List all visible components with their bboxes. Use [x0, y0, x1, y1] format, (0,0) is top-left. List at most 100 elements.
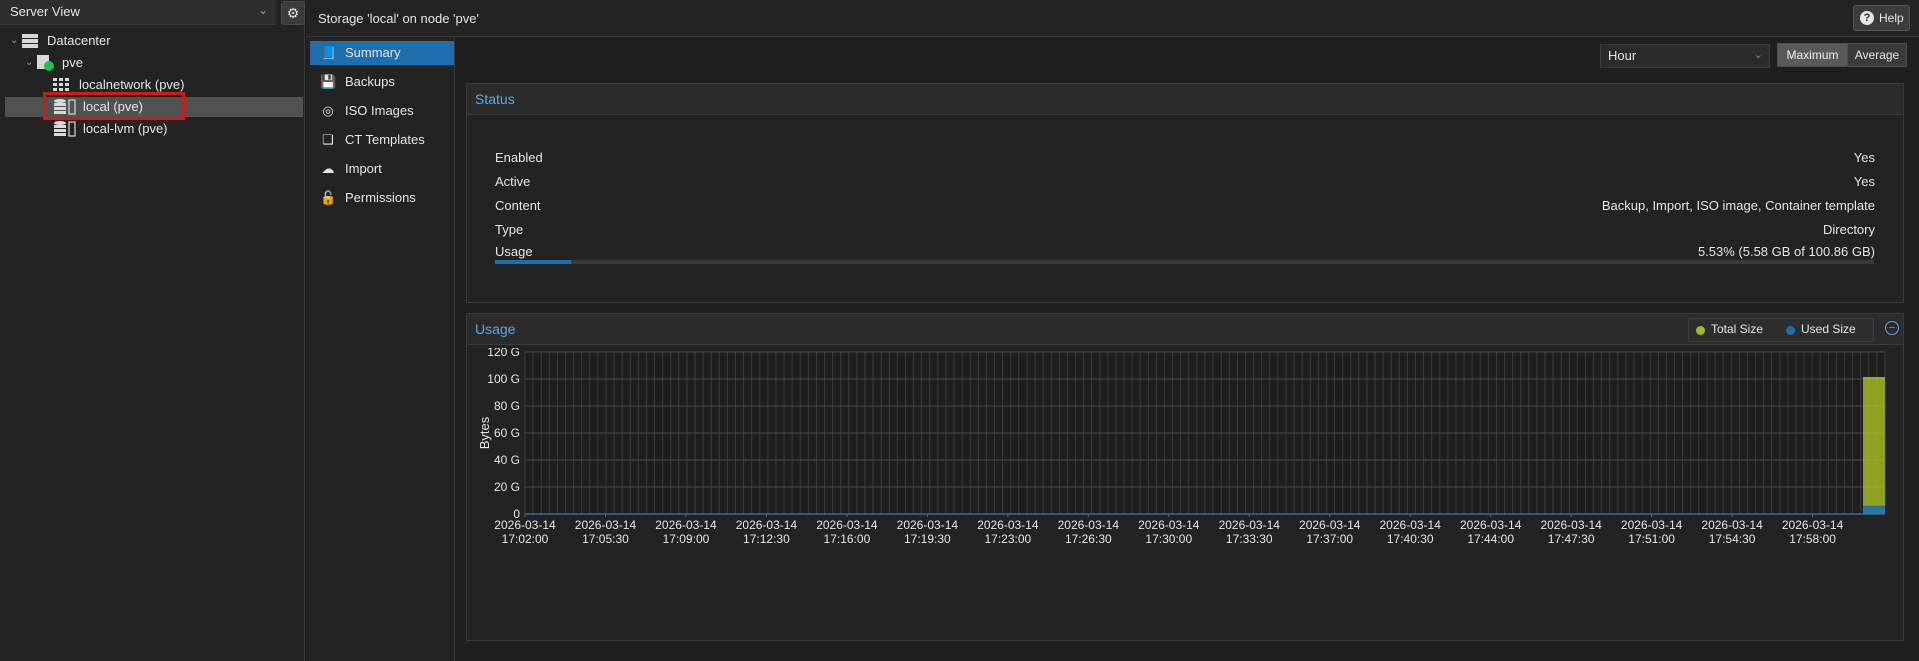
- consolidation-toggle: Maximum Average: [1777, 43, 1907, 67]
- sdn-zone-icon: [53, 78, 69, 91]
- x-tick-label: 2026-03-14: [897, 518, 959, 532]
- status-key: Type: [495, 222, 524, 237]
- tree-item-pve[interactable]: ⌄ pve: [5, 53, 303, 73]
- chevron-down-icon[interactable]: ⌄: [25, 53, 33, 73]
- x-tick-label: 17:16:00: [824, 532, 871, 546]
- status-value: Yes: [1853, 150, 1875, 165]
- nav-item-label: Summary: [345, 45, 401, 60]
- x-tick-label: 2026-03-14: [1701, 518, 1763, 532]
- nav-item-summary[interactable]: 📘 Summary: [310, 41, 454, 65]
- page-title: Storage 'local' on node 'pve': [318, 11, 479, 26]
- y-axis-label: Bytes: [477, 416, 492, 449]
- cloud-upload-icon: ☁: [321, 161, 335, 176]
- datacenter-icon: [22, 34, 38, 48]
- x-tick-label: 2026-03-14: [816, 518, 878, 532]
- x-tick-label: 17:19:30: [904, 532, 951, 546]
- average-button[interactable]: Average: [1847, 43, 1907, 67]
- usage-chart: 020 G40 G60 G80 G100 G120 GBytes2026-03-…: [477, 348, 1886, 546]
- x-tick-label: 2026-03-14: [977, 518, 1039, 532]
- template-icon: ❏: [322, 132, 334, 147]
- x-tick-label: 17:40:30: [1387, 532, 1434, 546]
- nav-item-label: Backups: [345, 74, 395, 89]
- timeframe-value: Hour: [1608, 48, 1637, 63]
- x-tick-label: 2026-03-14: [1299, 518, 1361, 532]
- x-tick-label: 17:26:30: [1065, 532, 1112, 546]
- x-tick-label: 17:54:30: [1709, 532, 1756, 546]
- x-tick-label: 17:51:00: [1628, 532, 1675, 546]
- legend-dot: [1786, 326, 1795, 335]
- x-tick-label: 2026-03-14: [1540, 518, 1602, 532]
- tree-item-datacenter[interactable]: ⌄ Datacenter: [5, 31, 303, 51]
- status-key: Content: [495, 198, 541, 213]
- status-panel-header: Status: [467, 84, 1903, 115]
- chevron-down-icon: ⌄: [1753, 49, 1763, 61]
- status-row-enabled: Enabled Yes: [495, 150, 1875, 170]
- usage-panel: Usage Total Size Used Size − 0 20 G 40 G 60…: [466, 313, 1904, 641]
- selection-highlight-box: [43, 92, 185, 120]
- usage-value: 5.53% (5.58 GB of 100.86 GB): [1697, 244, 1875, 259]
- nav-item-label: Import: [345, 161, 382, 176]
- chevron-down-icon[interactable]: ⌄: [10, 31, 18, 51]
- x-tick-label: 17:58:00: [1789, 532, 1836, 546]
- x-tick-label: 2026-03-14: [1138, 518, 1200, 532]
- status-panel: Status Enabled Yes Active Yes Content Ba…: [466, 83, 1904, 303]
- nav-item-iso-images[interactable]: ◎ ISO Images: [310, 99, 454, 123]
- status-panel-title: Status: [475, 91, 515, 107]
- node-online-icon: [37, 55, 54, 71]
- content-header: Storage 'local' on node 'pve' ? Help: [306, 0, 1919, 37]
- server-view-select[interactable]: Server View ⌄: [0, 0, 276, 25]
- x-tick-label: 2026-03-14: [1621, 518, 1683, 532]
- legend-dot: [1696, 326, 1705, 335]
- usage-progress-bar: [495, 260, 1874, 264]
- tree-item-label: Datacenter: [47, 33, 111, 48]
- y-tick-label: 40 G: [494, 453, 520, 467]
- status-key: Enabled: [495, 150, 543, 165]
- maximum-button[interactable]: Maximum: [1777, 43, 1848, 67]
- floppy-icon: 💾: [320, 74, 337, 89]
- status-value: Yes: [1853, 174, 1875, 189]
- chart-legend: Total Size Used Size: [1688, 318, 1874, 342]
- series-area-total-size: [1863, 377, 1885, 514]
- nav-item-import[interactable]: ☁ Import: [310, 157, 454, 181]
- x-tick-label: 2026-03-14: [575, 518, 637, 532]
- collapse-icon[interactable]: −: [1885, 321, 1899, 335]
- y-tick-label: 120 G: [487, 348, 520, 359]
- gear-icon[interactable]: ⚙: [281, 1, 305, 25]
- nav-item-label: Permissions: [345, 190, 416, 205]
- x-tick-label: 17:12:30: [743, 532, 790, 546]
- storage-nav: 📘 Summary 💾 Backups ◎ ISO Images ❏ CT Te…: [306, 37, 455, 661]
- status-row-active: Active Yes: [495, 174, 1875, 194]
- status-row-type: Type Directory: [495, 222, 1875, 242]
- x-tick-label: 17:05:30: [582, 532, 629, 546]
- nav-item-backups[interactable]: 💾 Backups: [310, 70, 454, 94]
- status-value: Backup, Import, ISO image, Container tem…: [1601, 198, 1875, 213]
- timeframe-select[interactable]: Hour ⌄: [1600, 44, 1770, 68]
- x-tick-label: 17:47:30: [1548, 532, 1595, 546]
- x-tick-label: 2026-03-14: [1380, 518, 1442, 532]
- x-tick-label: 17:44:00: [1467, 532, 1514, 546]
- y-tick-label: 60 G: [494, 426, 520, 440]
- x-tick-label: 2026-03-14: [494, 518, 556, 532]
- question-circle-icon: ?: [1860, 11, 1874, 25]
- y-tick-label: 20 G: [494, 480, 520, 494]
- x-tick-label: 2026-03-14: [655, 518, 717, 532]
- x-tick-label: 2026-03-14: [736, 518, 798, 532]
- help-button[interactable]: ? Help: [1853, 5, 1910, 31]
- server-view-label: Server View: [10, 4, 80, 19]
- summary-content: Hour ⌄ Maximum Average Status Enabled Ye…: [455, 37, 1919, 661]
- nav-item-permissions[interactable]: 🔓 Permissions: [310, 186, 454, 210]
- tree-item-local-lvm[interactable]: local-lvm (pve): [5, 119, 303, 139]
- x-tick-label: 2026-03-14: [1782, 518, 1844, 532]
- status-key: Active: [495, 174, 531, 189]
- unlock-icon: 🔓: [320, 190, 337, 205]
- x-tick-label: 17:30:00: [1145, 532, 1192, 546]
- x-tick-label: 2026-03-14: [1460, 518, 1522, 532]
- nav-item-ct-templates[interactable]: ❏ CT Templates: [310, 128, 454, 152]
- summary-toolbar: Hour ⌄ Maximum Average: [455, 37, 1919, 73]
- disc-icon: ◎: [322, 103, 334, 118]
- legend-label: Used Size: [1801, 322, 1856, 336]
- book-icon: 📘: [320, 45, 337, 60]
- nav-item-label: ISO Images: [345, 103, 414, 118]
- usage-panel-header: Usage Total Size Used Size −: [467, 314, 1903, 345]
- tree-item-label: pve: [62, 55, 83, 70]
